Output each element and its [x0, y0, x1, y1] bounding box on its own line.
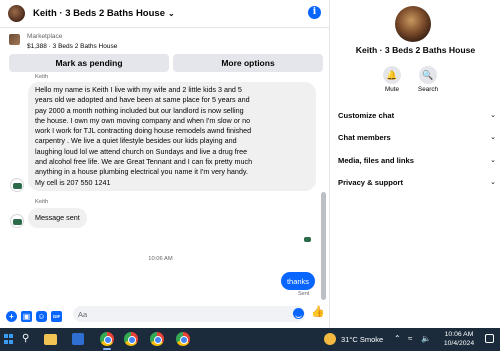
details-name: Keith · 3 Beds 2 Baths House	[355, 45, 476, 55]
time-divider: 10:06 AM	[148, 256, 173, 262]
weather-text[interactable]: 31°C Smoke	[341, 335, 383, 344]
marketplace-label: Marketplace	[27, 33, 63, 40]
section-customize-chat[interactable]: Customize chat ⌄	[338, 109, 496, 121]
chat-pane: Keith · 3 Beds 2 Baths House ⌄ i Marketpl…	[0, 0, 330, 328]
chevron-down-icon: ⌄	[167, 9, 175, 18]
mark-as-pending-button[interactable]: Mark as pending	[9, 54, 169, 72]
section-label: Chat members	[338, 132, 391, 142]
chrome-icon[interactable]	[150, 332, 164, 346]
message-line: carpentry . We live a quiet lifestyle be…	[35, 136, 237, 146]
message-line: and alcohol free life. We are Great Tenn…	[35, 157, 253, 167]
message-list: Keith Hello my name is Keith I live with…	[0, 74, 330, 304]
listing-thumbnail	[9, 34, 20, 45]
incoming-message-bubble: Message sent	[28, 208, 87, 228]
thumbs-up-icon[interactable]: 👍	[311, 306, 325, 319]
section-privacy-support[interactable]: Privacy & support ⌄	[338, 176, 496, 188]
search-icon[interactable]: ⚲	[22, 332, 36, 346]
message-line: anything in a house plumbing electrical …	[35, 167, 248, 177]
weather-icon[interactable]	[324, 333, 336, 345]
speaker-icon[interactable]: 🔈	[421, 334, 431, 343]
chrome-icon[interactable]	[124, 332, 138, 346]
profile-avatar[interactable]	[395, 6, 431, 42]
chevron-down-icon: ⌄	[490, 157, 496, 164]
emoji-icon[interactable]	[293, 308, 304, 319]
plus-icon[interactable]: +	[6, 310, 17, 322]
chevron-up-icon[interactable]: ⌃	[394, 334, 401, 343]
chat-title-text: Keith · 3 Beds 2 Baths House	[33, 8, 165, 19]
search-label: Search	[418, 86, 438, 93]
seen-indicator-avatar	[303, 235, 312, 244]
chrome-icon[interactable]	[100, 332, 114, 346]
sender-name: Keith	[35, 199, 49, 205]
chevron-down-icon: ⌄	[490, 112, 496, 119]
sticker-icon[interactable]: ☺	[36, 310, 47, 322]
gif-icon[interactable]: GIF	[51, 310, 62, 322]
section-label: Media, files and links	[338, 155, 414, 165]
chrome-icon[interactable]	[176, 332, 190, 346]
chat-avatar[interactable]	[8, 5, 25, 22]
message-line: work I work for TJL contracting doing ho…	[35, 126, 252, 136]
image-icon[interactable]: ▣	[21, 310, 32, 322]
listing-summary: $1,388 · 3 Beds 2 Baths House	[27, 43, 118, 50]
clock-time[interactable]: 10:06 AM	[443, 331, 475, 338]
info-icon[interactable]: i	[308, 6, 321, 19]
message-line: pay 2000 a month nothing included but ou…	[35, 105, 244, 115]
sent-status: Sent	[298, 291, 310, 297]
message-line: years old we adopted and have been at sa…	[35, 95, 250, 105]
message-line: laughing loud lol we attend church on Su…	[35, 146, 248, 156]
clock-date[interactable]: 10/4/2024	[441, 340, 477, 347]
marketplace-listing-bar[interactable]: Marketplace $1,388 · 3 Beds 2 Baths Hous…	[0, 28, 330, 54]
message-line: Hello my name is Keith I live with my wi…	[35, 85, 242, 94]
section-label: Privacy & support	[338, 177, 403, 187]
chevron-down-icon: ⌄	[490, 134, 496, 141]
search-icon[interactable]: 🔍	[419, 66, 437, 84]
section-media-files-links[interactable]: Media, files and links ⌄	[338, 154, 496, 166]
chevron-down-icon: ⌄	[490, 179, 496, 186]
chat-header: Keith · 3 Beds 2 Baths House ⌄ i	[0, 0, 330, 28]
incoming-message-bubble: Hello my name is Keith I live with my wi…	[28, 82, 316, 191]
mute-label: Mute	[385, 86, 399, 93]
store-icon[interactable]	[72, 333, 84, 345]
sender-name: Keith	[35, 74, 49, 80]
outgoing-message-bubble: thanks	[281, 272, 315, 290]
notification-icon[interactable]	[485, 334, 494, 343]
sender-avatar[interactable]	[10, 214, 24, 228]
more-options-button[interactable]: More options	[173, 54, 323, 72]
message-input[interactable]	[73, 306, 305, 322]
bell-icon[interactable]: 🔔	[383, 66, 401, 84]
chat-title[interactable]: Keith · 3 Beds 2 Baths House ⌄	[33, 8, 175, 19]
messenger-window: Keith · 3 Beds 2 Baths House ⌄ i Marketpl…	[0, 0, 500, 351]
file-explorer-icon[interactable]	[44, 334, 57, 345]
section-label: Customize chat	[338, 110, 395, 120]
message-line: My cell is 207 550 1241	[35, 177, 111, 187]
active-app-indicator	[103, 348, 111, 350]
windows-start-icon[interactable]	[4, 334, 14, 344]
windows-taskbar: ⚲ 31°C Smoke ⌃ ≈ 🔈 10:06 AM 10/4/2024	[0, 328, 500, 351]
conversation-details-pane: Keith · 3 Beds 2 Baths House 🔔 🔍 Mute Se…	[331, 0, 500, 328]
message-line: the house. I own my own moving company a…	[35, 115, 251, 125]
scrollbar-thumb[interactable]	[321, 192, 326, 300]
section-chat-members[interactable]: Chat members ⌄	[338, 131, 496, 143]
sender-avatar[interactable]	[10, 178, 24, 192]
wifi-icon[interactable]: ≈	[408, 334, 412, 343]
